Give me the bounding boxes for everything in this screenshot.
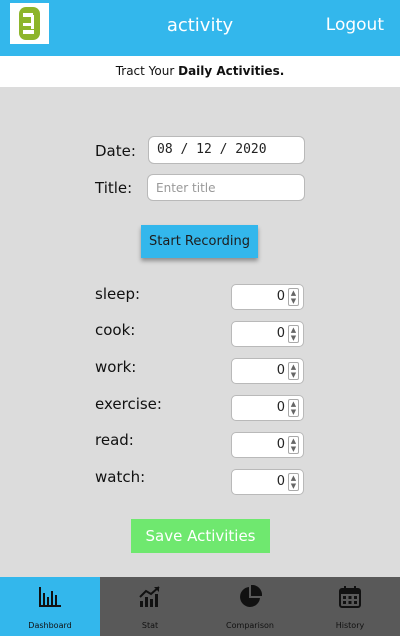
tab-stat[interactable]: Stat	[100, 577, 200, 636]
activity-label-work: work:	[95, 358, 137, 376]
cook-stepper[interactable]: 0 ▲ ▼	[231, 321, 304, 347]
stepper-value: 0	[276, 326, 285, 341]
tab-label: History	[335, 621, 365, 630]
activity-label-sleep: sleep:	[95, 285, 141, 303]
logout-button[interactable]: Logout	[326, 15, 384, 35]
spin-arrows-icon[interactable]: ▲ ▼	[288, 436, 299, 454]
tab-comparison[interactable]: Comparison	[200, 577, 300, 636]
tab-label: Dashboard	[28, 621, 72, 630]
tagline-prefix: Tract Your	[115, 64, 179, 78]
bottom-tab-bar: Dashboard Stat Comparison History	[0, 577, 400, 636]
start-recording-button[interactable]: Start Recording	[141, 225, 258, 258]
save-activities-button[interactable]: Save Activities	[131, 519, 270, 553]
activity-label-exercise: exercise:	[95, 395, 162, 413]
bar-chart-icon	[39, 587, 61, 607]
sleep-stepper[interactable]: 0 ▲ ▼	[231, 284, 304, 310]
date-input[interactable]: 08 / 12 / 2020	[148, 136, 305, 164]
date-label: Date:	[95, 142, 136, 160]
stepper-value: 0	[276, 289, 285, 304]
activity-label-watch: watch:	[95, 468, 146, 486]
read-stepper[interactable]: 0 ▲ ▼	[231, 432, 304, 458]
spin-arrows-icon[interactable]: ▲ ▼	[288, 288, 299, 306]
spin-arrows-icon[interactable]: ▲ ▼	[288, 399, 299, 417]
stepper-value: 0	[276, 474, 285, 489]
tagline: Tract Your Daily Activities.	[0, 56, 400, 87]
activity-label-read: read:	[95, 431, 134, 449]
trend-chart-icon	[139, 586, 160, 607]
work-stepper[interactable]: 0 ▲ ▼	[231, 358, 304, 384]
spin-arrows-icon[interactable]: ▲ ▼	[288, 362, 299, 380]
calendar-icon	[339, 586, 361, 608]
stepper-value: 0	[276, 437, 285, 452]
tab-dashboard[interactable]: Dashboard	[0, 577, 100, 636]
tab-history[interactable]: History	[300, 577, 400, 636]
spin-arrows-icon[interactable]: ▲ ▼	[288, 473, 299, 491]
stepper-value: 0	[276, 363, 285, 378]
title-label: Title:	[95, 179, 133, 197]
spin-arrows-icon[interactable]: ▲ ▼	[288, 325, 299, 343]
title-input[interactable]: Enter title	[147, 174, 305, 201]
tab-label: Stat	[141, 621, 159, 630]
pie-chart-icon	[240, 585, 262, 607]
exercise-stepper[interactable]: 0 ▲ ▼	[231, 395, 304, 421]
tagline-bold: Daily Activities.	[178, 64, 285, 78]
watch-stepper[interactable]: 0 ▲ ▼	[231, 469, 304, 495]
tab-label: Comparison	[226, 621, 274, 630]
app-header: activity Logout	[0, 0, 400, 56]
activity-label-cook: cook:	[95, 321, 136, 339]
stepper-value: 0	[276, 400, 285, 415]
